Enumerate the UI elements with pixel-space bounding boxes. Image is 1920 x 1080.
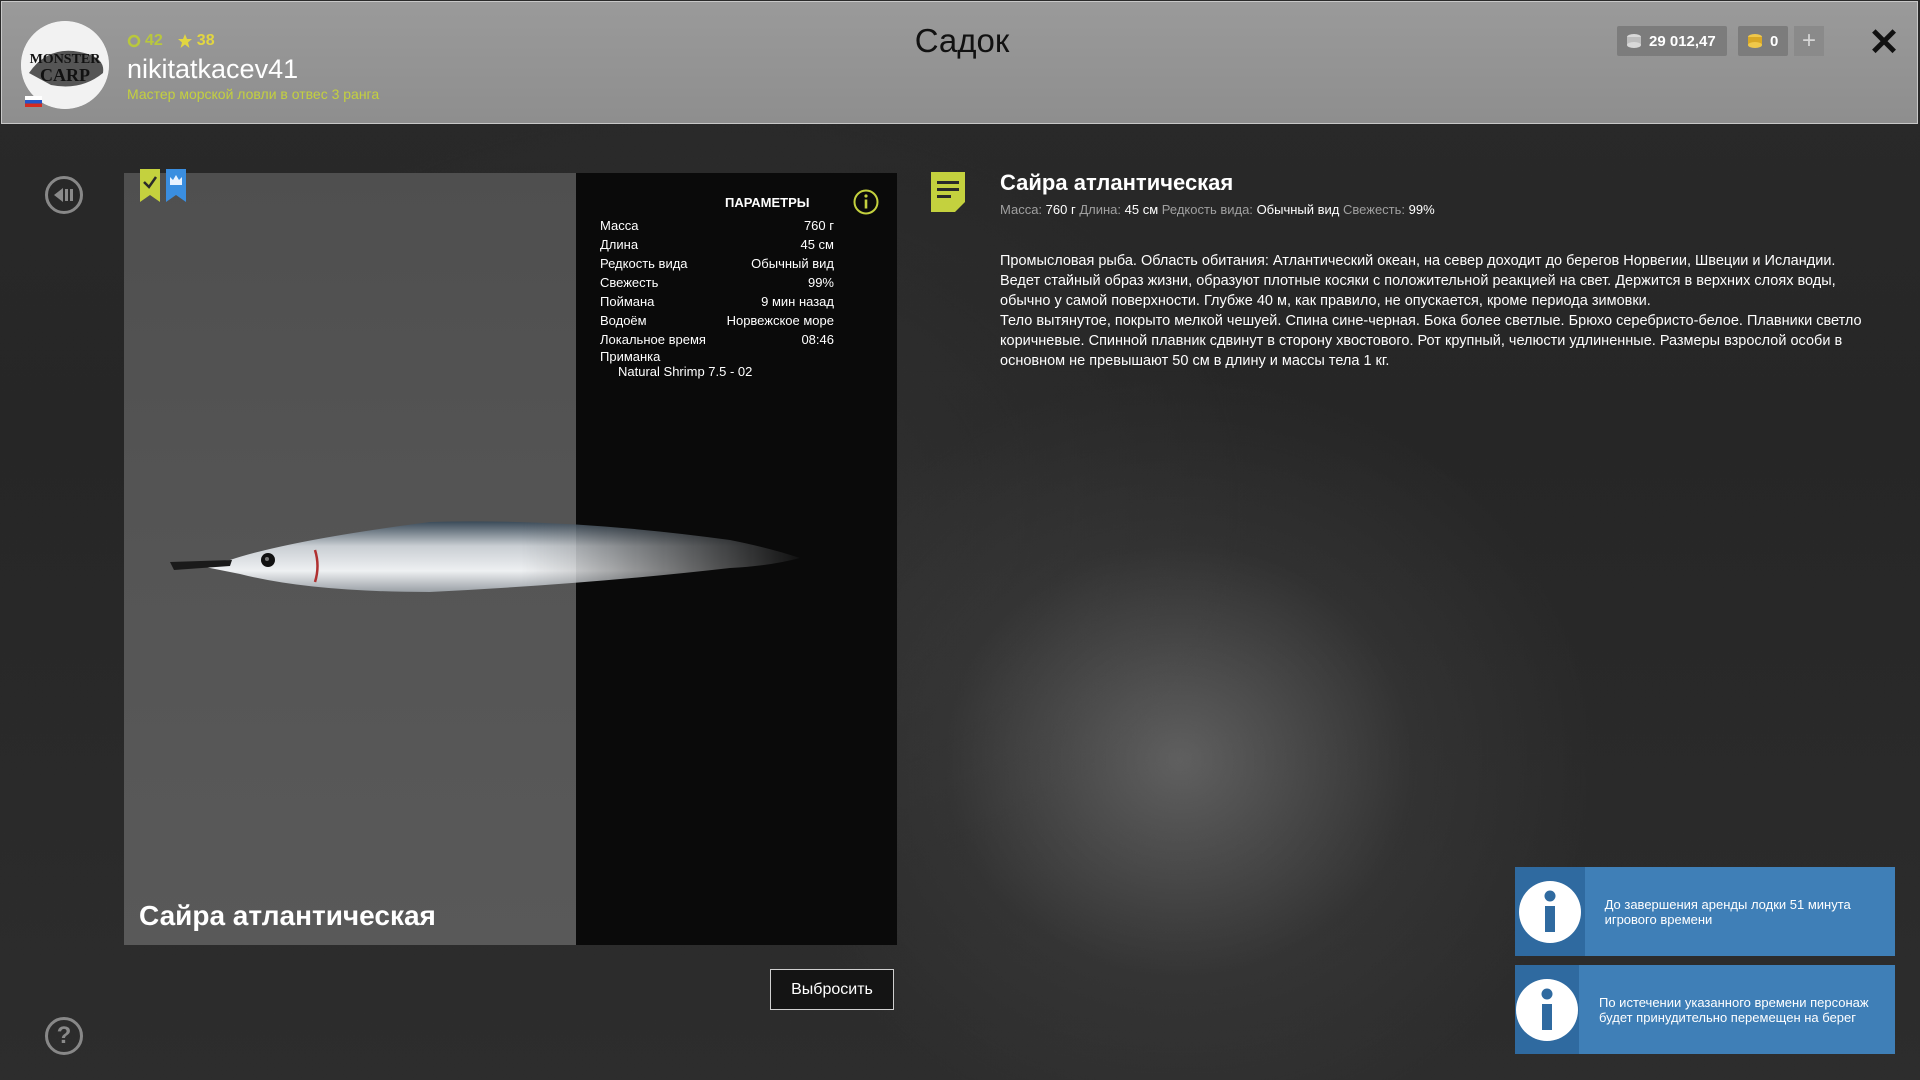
info-icon (1516, 978, 1578, 1041)
gold-amount: 0 (1770, 32, 1779, 50)
param-row-rarity: Редкость вида Обычный вид (600, 254, 834, 273)
param-label: Водоём (600, 313, 647, 328)
param-row-waterbody: Водоём Норвежское море (600, 311, 834, 330)
back-button[interactable] (45, 176, 83, 214)
description-paragraph: Тело вытянутое, покрыто мелкой чешуей. С… (1000, 313, 1862, 369)
parameters-list: Масса 760 г Длина 45 см Редкость вида Об… (600, 216, 834, 379)
fish-illustration (170, 521, 800, 592)
param-label: Поймана (600, 294, 655, 309)
param-row-mass: Масса 760 г (600, 216, 834, 235)
param-label: Масса (600, 218, 639, 233)
description-paragraph: Промысловая рыба. Область обитания: Атла… (1000, 253, 1836, 309)
document-icon (931, 172, 965, 212)
info-icon (1518, 880, 1581, 943)
notification-teleport[interactable]: По истечении указанного времени персонаж… (1515, 965, 1895, 1054)
param-row-local-time: Локальное время 08:46 (600, 330, 834, 349)
param-value: Обычный вид (751, 256, 834, 271)
add-currency-button[interactable]: + (1794, 26, 1824, 56)
param-row-freshness: Свежесть 99% (600, 273, 834, 292)
param-row-length: Длина 45 см (600, 235, 834, 254)
question-icon: ? (56, 1022, 72, 1049)
param-value: 99% (807, 275, 834, 290)
param-row-caught: Поймана 9 мин назад (600, 292, 834, 311)
meta-label: Масса: (1000, 202, 1043, 217)
meta-value: 99% (1408, 202, 1435, 217)
fish-name: Сайра атлантическая (139, 900, 436, 931)
notification-icon-box (1515, 867, 1585, 956)
meta-label: Редкость вида: (1161, 202, 1253, 217)
russia-flag-icon (25, 96, 42, 107)
description-meta: Масса: 760 г Длина: 45 см Редкость вида:… (1000, 202, 1435, 217)
param-label: Редкость вида (600, 256, 688, 271)
caught-badge-icon (140, 169, 160, 202)
notification-icon-box (1515, 965, 1579, 1054)
meta-value: Обычный вид (1256, 202, 1340, 217)
close-button[interactable]: ✕ (1866, 21, 1902, 64)
silver-amount: 29 012,47 (1649, 32, 1716, 50)
param-value: 760 г (803, 218, 834, 233)
bait-value: Natural Shrimp 7.5 - 02 (618, 364, 753, 379)
param-value: Норвежское море (726, 313, 834, 328)
gold-coins-icon (1748, 34, 1762, 48)
notification-text: До завершения аренды лодки 51 минута игр… (1604, 896, 1851, 927)
parameters-title: ПАРАМЕТРЫ (725, 195, 810, 210)
notification-boat-rental[interactable]: До завершения аренды лодки 51 минута игр… (1515, 867, 1895, 956)
param-label: Длина (600, 237, 639, 252)
info-icon[interactable] (853, 189, 879, 215)
top-bar: MONSTER CARP 42 38 nikitatkacev41 Мастер… (1, 1, 1918, 124)
trophy-badge-icon (166, 169, 186, 202)
param-value: 9 мин назад (761, 294, 834, 309)
plus-icon: + (1801, 27, 1816, 54)
silver-coins-icon (1627, 34, 1641, 48)
gold-balance: 0 (1738, 26, 1788, 56)
meta-value: 45 см (1124, 202, 1159, 217)
meta-label: Длина: (1079, 202, 1122, 217)
param-value: 08:46 (801, 332, 834, 347)
notification-text: По истечении указанного времени персонаж… (1599, 994, 1869, 1025)
silver-balance: 29 012,47 (1617, 26, 1727, 56)
help-button[interactable]: ? (45, 1017, 83, 1055)
param-label: Свежесть (600, 275, 659, 290)
back-icon (54, 188, 73, 202)
param-value: 45 см (800, 237, 834, 252)
svg-text:CARP: CARP (40, 65, 90, 85)
description-text: Промысловая рыба. Область обитания: Атла… (1000, 251, 1875, 371)
meta-label: Свежесть: (1343, 202, 1406, 217)
player-rank: Мастер морской ловли в отвес 3 ранга (127, 86, 380, 102)
bait-label: Приманка (600, 349, 661, 364)
discard-button[interactable]: Выбросить (770, 969, 894, 1010)
close-icon: ✕ (1868, 21, 1900, 64)
description-title: Сайра атлантическая (1000, 170, 1234, 195)
meta-value: 760 г (1045, 202, 1076, 217)
param-label: Локальное время (600, 332, 706, 347)
